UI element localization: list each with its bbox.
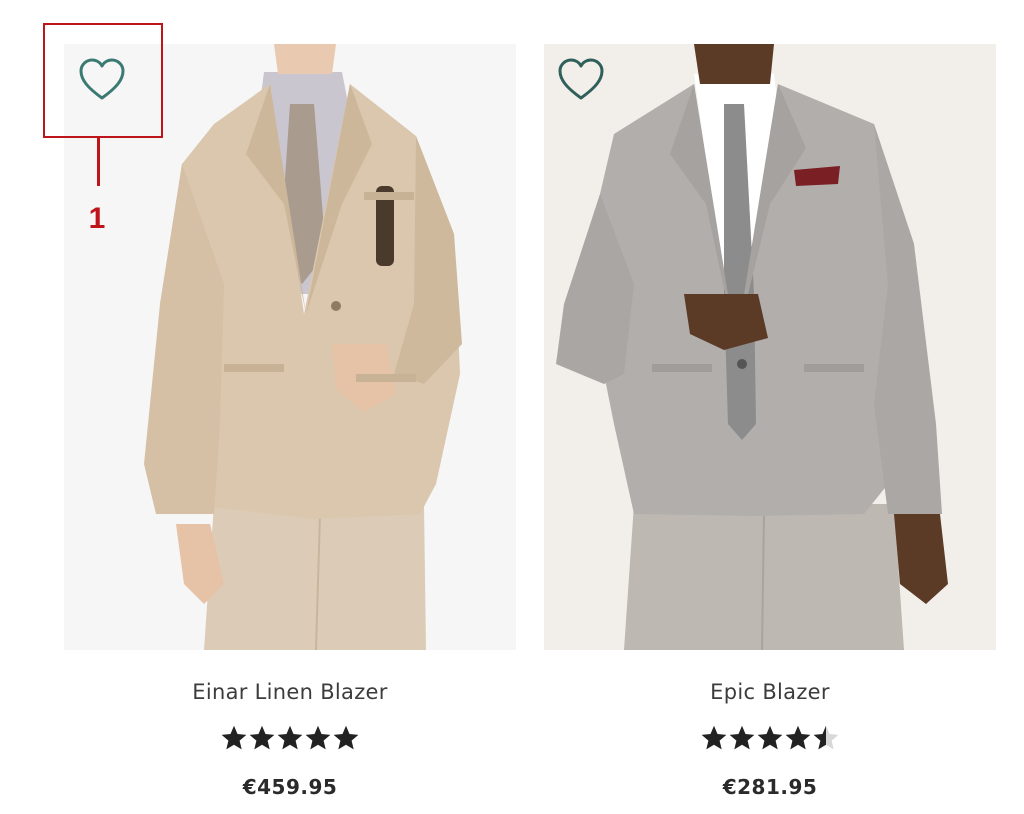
star-filled-icon xyxy=(785,725,811,750)
wishlist-heart-icon[interactable] xyxy=(78,58,126,102)
star-filled-icon xyxy=(249,725,275,750)
star-half-icon xyxy=(813,725,839,750)
product-photo-linen-blazer xyxy=(64,44,516,650)
product-photo-epic-blazer xyxy=(544,44,996,650)
product-name[interactable]: Epic Blazer xyxy=(540,680,1000,704)
star-filled-icon xyxy=(277,725,303,750)
product-name[interactable]: Einar Linen Blazer xyxy=(60,680,520,704)
callout-connector-line xyxy=(97,138,100,186)
product-card[interactable]: Einar Linen Blazer €459.95 xyxy=(60,0,520,814)
product-card[interactable]: Epic Blazer €281.95 xyxy=(540,0,1000,814)
callout-label: 1 xyxy=(88,202,106,235)
product-image[interactable] xyxy=(544,44,996,650)
star-filled-icon xyxy=(701,725,727,750)
product-image[interactable] xyxy=(64,44,516,650)
star-filled-icon xyxy=(221,725,247,750)
star-filled-icon xyxy=(333,725,359,750)
star-filled-icon xyxy=(729,725,755,750)
star-filled-icon xyxy=(305,725,331,750)
rating-stars xyxy=(540,724,1000,752)
rating-stars xyxy=(60,724,520,752)
product-price: €281.95 xyxy=(722,775,818,799)
star-filled-icon xyxy=(757,725,783,750)
wishlist-heart-icon[interactable] xyxy=(557,58,605,102)
product-price: €459.95 xyxy=(242,775,338,799)
